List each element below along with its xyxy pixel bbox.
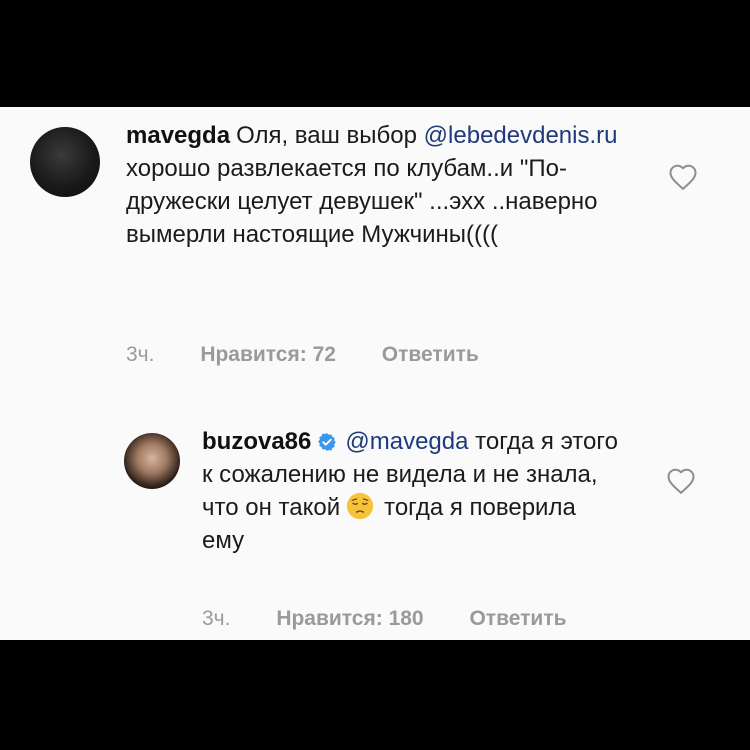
mention-link[interactable]: @lebedevdenis.ru [424,122,618,149]
likes-count[interactable]: Нравится: 180 [276,607,423,631]
reply-button[interactable]: Ответить [382,343,479,367]
comments-panel: mavegda Оля, ваш выбор @lebedevdenis.ru х… [0,107,750,640]
timestamp: 3ч. [202,607,231,630]
comment-meta: 3ч. Нравится: 180 Ответить [202,607,567,631]
avatar[interactable] [124,433,180,489]
comment-text: buzova86 @mavegda тогда я этого к сожале… [202,425,622,557]
likes-count[interactable]: Нравится: 72 [200,343,336,367]
avatar[interactable] [30,127,100,197]
username[interactable]: mavegda [126,122,230,149]
comment-text: mavegda Оля, ваш выбор @lebedevdenis.ru х… [126,119,626,251]
heart-icon[interactable] [666,467,696,495]
timestamp: 3ч. [126,343,155,366]
comment-meta: 3ч. Нравится: 72 Ответить [126,343,479,367]
verified-badge-icon [318,433,337,451]
comment-body-part: Оля, ваш выбор [236,122,417,149]
reply-button[interactable]: Ответить [469,607,566,631]
username[interactable]: buzova86 [202,428,311,455]
comment-body-part: хорошо развлекается по клубам..и "По-дру… [126,155,598,248]
pensive-face-emoji [346,492,374,520]
mention-link[interactable]: @mavegda [345,428,468,455]
heart-icon[interactable] [668,163,698,191]
